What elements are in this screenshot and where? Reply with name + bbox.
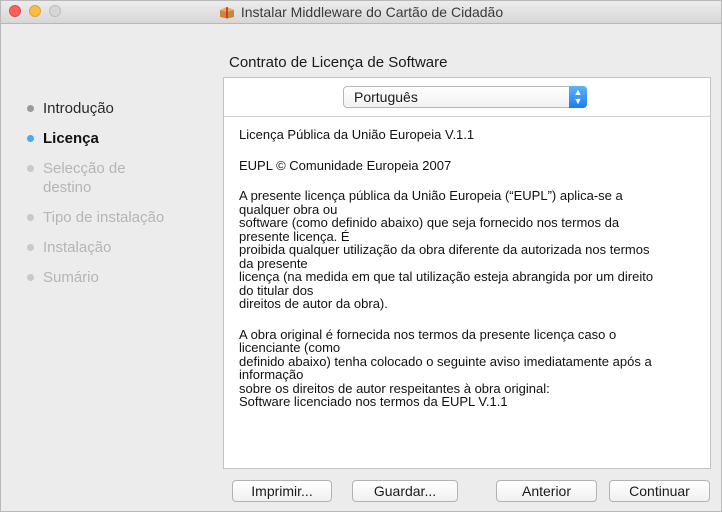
license-text-area[interactable]: Licença Pública da União Europeia V.1.1 E…	[224, 116, 710, 460]
license-line: Licença Pública da União Europeia V.1.1	[239, 127, 475, 142]
step-bullet	[27, 214, 34, 221]
step-bullet	[27, 165, 34, 172]
license-line: do titular dos	[239, 282, 314, 298]
license-line: sobre os direitos de autor respeitantes …	[239, 380, 550, 396]
step-license: Licença	[23, 129, 213, 148]
step-bullet	[27, 274, 34, 281]
license-line: licença (na medida em que tal utilização…	[239, 269, 654, 284]
license-paragraph: Licença Pública da União Europeia V.1.1	[239, 128, 699, 142]
package-icon	[219, 7, 234, 19]
license-line: licenciante (como	[239, 340, 341, 355]
license-line: proibida qualquer utilização da obra dif…	[239, 242, 650, 257]
scrollbar[interactable]	[704, 116, 710, 459]
select-stepper-icon: ▲ ▼	[569, 86, 587, 108]
step-install-type: Tipo de instalação	[23, 208, 213, 227]
license-paragraph: EUPL © Comunidade Europeia 2007	[239, 157, 699, 173]
window-title: Instalar Middleware do Cartão de Cidadão	[1, 4, 721, 20]
license-line: qualquer obra ou	[239, 201, 338, 217]
step-installation: Instalação	[23, 238, 213, 257]
license-line: Software licenciado nos termos da EUPL V…	[239, 394, 508, 409]
step-label: Licença	[43, 130, 99, 147]
license-line: A obra original é fornecida nos termos d…	[239, 326, 617, 342]
section-title: Contrato de Licença de Software	[229, 54, 448, 71]
step-introduction: Introdução	[23, 99, 213, 118]
license-paragraph: A obra original é fornecida nos termos d…	[239, 326, 699, 409]
installer-window: Instalar Middleware do Cartão de Cidadão…	[0, 0, 722, 512]
language-select-value: Português	[354, 89, 418, 105]
license-panel: Português ▲ ▼ Licença Pública da União Eu…	[223, 77, 711, 469]
license-paragraph: A presente licença pública da União Euro…	[239, 189, 699, 311]
license-line: definido abaixo) tenha colocado o seguin…	[239, 353, 652, 369]
language-select[interactable]: Português ▲ ▼	[343, 86, 587, 108]
save-button[interactable]: Guardar...	[352, 480, 458, 502]
step-label: Sumário	[43, 269, 99, 286]
license-line: presente licença. É	[239, 228, 350, 244]
continue-button[interactable]: Continuar	[609, 480, 710, 502]
license-line: direitos de autor da obra).	[239, 296, 388, 311]
license-text: Licença Pública da União Europeia V.1.1 E…	[239, 128, 699, 426]
license-line: da presente	[239, 255, 308, 271]
print-button[interactable]: Imprimir...	[232, 480, 332, 502]
step-bullet	[27, 244, 34, 251]
step-label: Instalação	[43, 239, 112, 256]
step-destination: Selecção de destino	[23, 159, 163, 197]
license-line: A presente licença pública da União Euro…	[239, 188, 623, 203]
title-bar[interactable]: Instalar Middleware do Cartão de Cidadão	[1, 1, 721, 24]
step-label: Introdução	[43, 100, 114, 117]
license-line: informação	[239, 367, 304, 382]
step-summary: Sumário	[23, 268, 213, 287]
step-label: Selecção de destino	[43, 160, 126, 196]
license-line: software (como definido abaixo) que seja…	[239, 215, 620, 230]
steps-sidebar: Introdução Licença Selecção de destino T…	[23, 99, 213, 298]
license-line: EUPL © Comunidade Europeia 2007	[239, 157, 452, 173]
back-button[interactable]: Anterior	[496, 480, 597, 502]
step-label: Tipo de instalação	[43, 209, 165, 226]
step-bullet	[27, 135, 34, 142]
window-title-text: Instalar Middleware do Cartão de Cidadão	[240, 4, 504, 20]
step-bullet	[27, 105, 34, 112]
